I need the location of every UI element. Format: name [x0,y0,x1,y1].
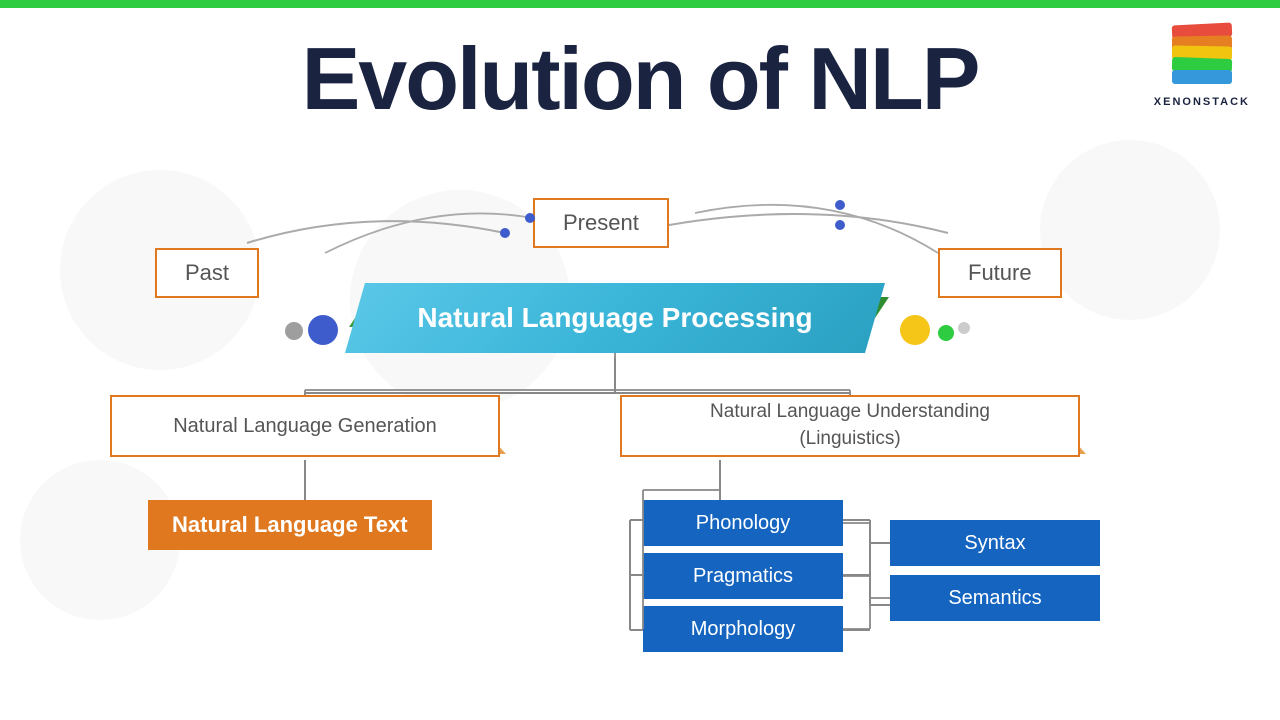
top-bar [0,0,1280,8]
past-box: Past [155,248,259,298]
syntax-box: Syntax [890,520,1100,566]
dot-green [938,325,954,341]
dot-blue [308,315,338,345]
nlp-label: Natural Language Processing [417,302,812,334]
logo-label: XENONSTACK [1154,96,1250,108]
dot-gray [285,322,303,340]
dot-gray2 [958,322,970,334]
nlg-box: Natural Language Generation [110,395,500,457]
logo: XENONSTACK [1154,22,1250,108]
bg-circle-3 [1040,140,1220,320]
logo-layer-5 [1172,70,1232,84]
morphology-box: Morphology [643,606,843,652]
present-box: Present [533,198,669,248]
semantics-box: Semantics [890,575,1100,621]
pragmatics-box: Pragmatics [643,553,843,599]
dot-yellow [900,315,930,345]
nlu-box: Natural Language Understanding(Linguisti… [620,395,1080,457]
nlp-box: Natural Language Processing [345,283,885,353]
nlu-label: Natural Language Understanding(Linguisti… [710,399,990,452]
page-title: Evolution of NLP [0,28,1280,130]
logo-stack [1167,22,1237,92]
nlt-box: Natural Language Text [148,500,432,550]
future-box: Future [938,248,1062,298]
phonology-box: Phonology [643,500,843,546]
